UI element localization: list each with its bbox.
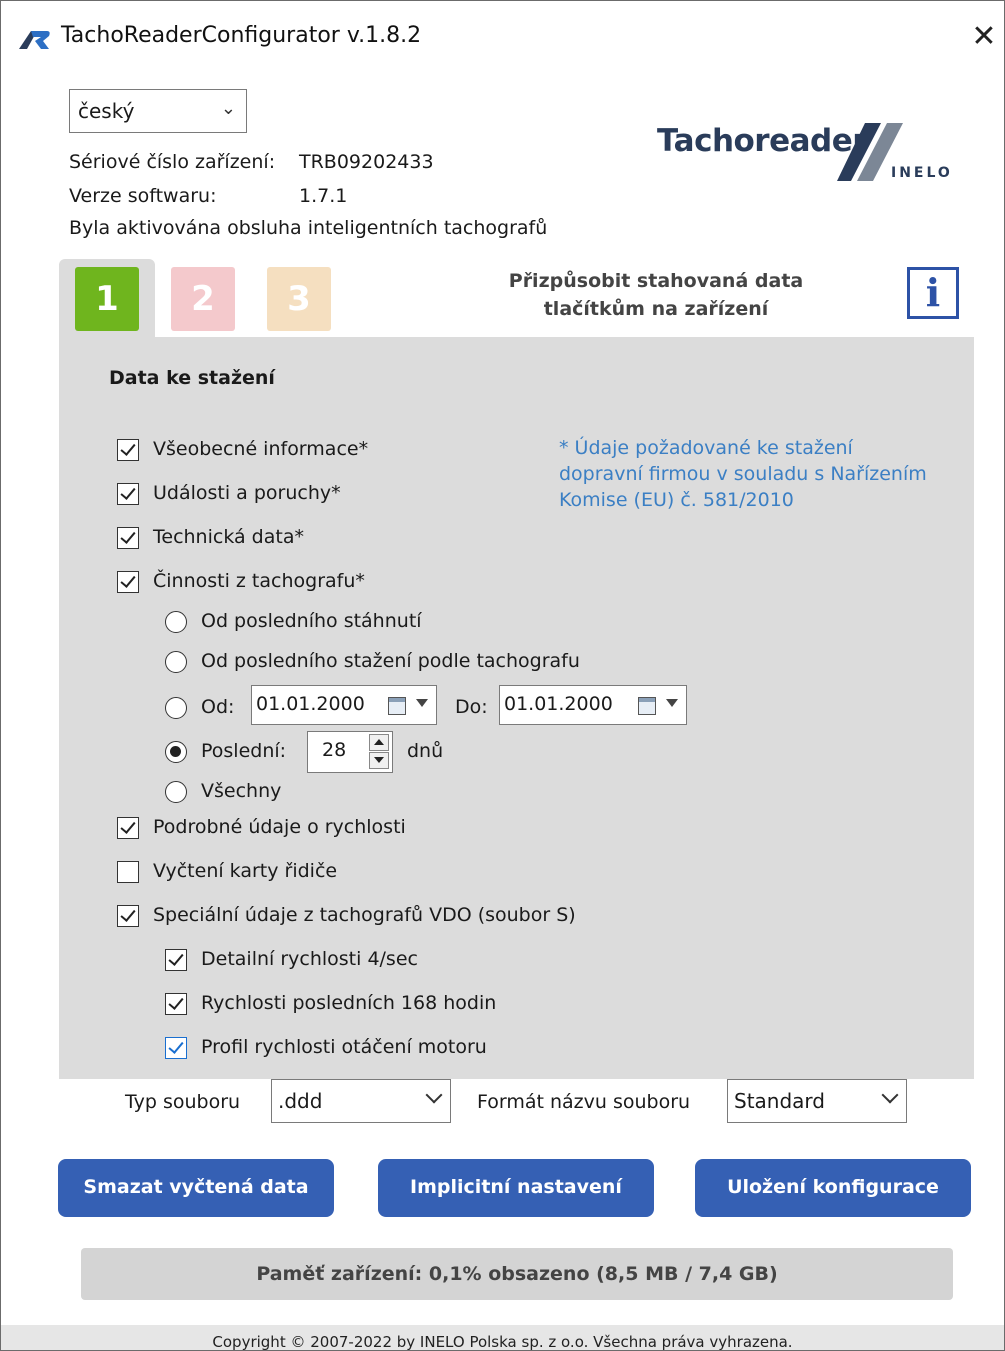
tab-3[interactable]: 3	[267, 267, 331, 331]
file-name-format-value: Standard	[734, 1089, 825, 1113]
label-days-unit: dnů	[407, 740, 444, 762]
checkbox-activities[interactable]	[117, 571, 139, 593]
checkbox-events[interactable]	[117, 483, 139, 505]
days-stepper[interactable]: 28	[307, 731, 393, 773]
checkbox-vdo-detail[interactable]	[165, 949, 187, 971]
radio-since-last[interactable]	[165, 611, 187, 633]
label-last: Poslední:	[201, 740, 287, 762]
tab-2[interactable]: 2	[171, 267, 235, 331]
window-title: TachoReaderConfigurator v.1.8.2	[61, 23, 422, 48]
tab-caption: Přizpůsobit stahovaná data tlačítkům na …	[471, 267, 841, 323]
title-bar: TachoReaderConfigurator v.1.8.2 ✕	[1, 1, 1004, 71]
chevron-down-icon	[425, 1086, 443, 1104]
radio-since-last-tacho[interactable]	[165, 651, 187, 673]
defaults-button[interactable]: Implicitní nastavení	[378, 1159, 654, 1217]
label-vdo-168: Rychlosti posledních 168 hodin	[201, 992, 497, 1014]
dropdown-arrow-icon	[666, 699, 678, 707]
stepper-up-icon[interactable]	[369, 734, 389, 751]
version-value: 1.7.1	[299, 185, 348, 207]
calendar-icon	[388, 697, 406, 715]
file-type-value: .ddd	[278, 1089, 323, 1113]
to-date-value: 01.01.2000	[504, 693, 613, 715]
copyright-footer: Copyright © 2007-2022 by INELO Polska sp…	[1, 1325, 1004, 1350]
label-speed: Podrobné údaje o rychlosti	[153, 816, 406, 838]
label-to: Do:	[455, 696, 488, 718]
required-note: * Údaje požadované ke stažení dopravní f…	[559, 437, 927, 511]
delete-data-button[interactable]: Smazat vyčtená data	[58, 1159, 334, 1217]
chevron-down-icon: ⌄	[220, 98, 236, 119]
language-select[interactable]: český ⌄	[69, 89, 247, 133]
from-date-value: 01.01.2000	[256, 693, 365, 715]
checkbox-technical[interactable]	[117, 527, 139, 549]
checkbox-vdo[interactable]	[117, 905, 139, 927]
calendar-icon	[638, 697, 656, 715]
checkbox-vdo-rpm[interactable]	[165, 1037, 187, 1059]
checkbox-general-info[interactable]	[117, 439, 139, 461]
language-value: český	[78, 99, 135, 123]
label-events: Události a poruchy*	[153, 482, 341, 504]
to-date-picker[interactable]: 01.01.2000	[499, 685, 687, 725]
info-icon[interactable]: i	[907, 267, 959, 319]
tab-caption-line2: tlačítkům na zařízení	[543, 298, 769, 320]
logo-inelo: INELO	[891, 165, 953, 181]
label-technical: Technická data*	[153, 526, 304, 548]
radio-all[interactable]	[165, 781, 187, 803]
memory-status-bar: Paměť zařízení: 0,1% obsazeno (8,5 MB / …	[81, 1248, 953, 1300]
checkbox-vdo-168[interactable]	[165, 993, 187, 1015]
chevron-down-icon	[881, 1086, 899, 1104]
save-config-button[interactable]: Uložení konfigurace	[695, 1159, 971, 1217]
section-title: Data ke stažení	[109, 367, 275, 389]
app-window: TachoReaderConfigurator v.1.8.2 ✕ český …	[0, 0, 1005, 1351]
stepper-down-icon[interactable]	[369, 752, 389, 769]
serial-label: Sériové číslo zařízení:	[69, 151, 276, 173]
close-icon[interactable]: ✕	[967, 19, 1001, 55]
label-file-type: Typ souboru	[125, 1091, 241, 1113]
checkbox-speed[interactable]	[117, 817, 139, 839]
from-date-picker[interactable]: 01.01.2000	[251, 685, 437, 725]
checkbox-driver-card[interactable]	[117, 861, 139, 883]
label-vdo: Speciální údaje z tachografů VDO (soubor…	[153, 904, 576, 926]
label-vdo-rpm: Profil rychlosti otáčení motoru	[201, 1036, 487, 1058]
label-activities: Činnosti z tachografu*	[153, 570, 365, 592]
label-since-last: Od posledního stáhnutí	[201, 610, 422, 632]
tab-1[interactable]: 1	[75, 267, 139, 331]
label-general-info: Všeobecné informace*	[153, 438, 369, 460]
radio-last-days[interactable]	[165, 741, 187, 763]
tachoreader-logo: Tachoreader INELO	[657, 119, 967, 189]
dropdown-arrow-icon	[416, 699, 428, 707]
label-all: Všechny	[201, 780, 282, 802]
label-since-last-tacho: Od posledního stažení podle tachografu	[201, 650, 580, 672]
file-name-format-select[interactable]: Standard	[727, 1079, 907, 1123]
label-driver-card: Vyčtení karty řidiče	[153, 860, 338, 882]
label-vdo-detail: Detailní rychlosti 4/sec	[201, 948, 418, 970]
version-label: Verze softwaru:	[69, 185, 217, 207]
label-from: Od:	[201, 696, 235, 718]
serial-value: TRB09202433	[299, 151, 434, 173]
smart-tacho-notice: Byla aktivována obsluha inteligentních t…	[69, 217, 548, 239]
radio-date-range[interactable]	[165, 697, 187, 719]
tachoreader-app-icon	[19, 31, 50, 49]
file-type-select[interactable]: .ddd	[271, 1079, 451, 1123]
label-file-name-format: Formát názvu souboru	[477, 1091, 691, 1113]
logo-wordmark: Tachoreader	[657, 123, 868, 159]
tab-caption-line1: Přizpůsobit stahovaná data	[508, 270, 804, 292]
days-value: 28	[322, 739, 347, 761]
